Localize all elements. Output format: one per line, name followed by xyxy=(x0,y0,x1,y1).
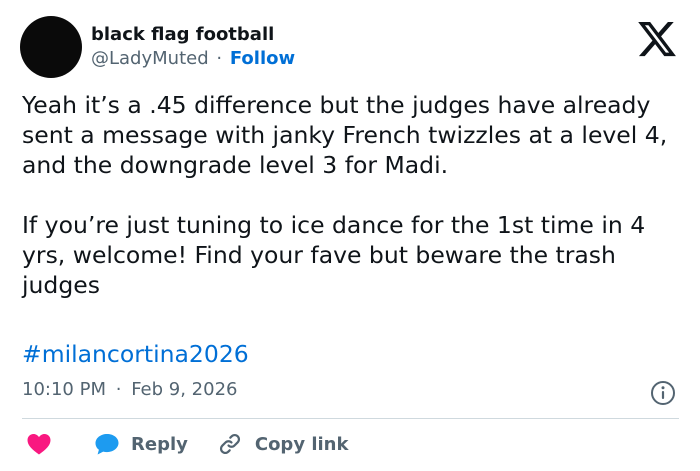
action-bar: Reply Copy link xyxy=(22,428,348,460)
info-icon[interactable] xyxy=(650,380,676,406)
post-date: Feb 9, 2026 xyxy=(131,379,238,400)
author-handle-row: @LadyMuted · Follow xyxy=(91,48,295,69)
follow-link[interactable]: Follow xyxy=(230,48,295,69)
post-timestamp[interactable]: 10:10 PM · Feb 9, 2026 xyxy=(22,379,237,400)
post-time: 10:10 PM xyxy=(22,379,106,400)
divider xyxy=(22,418,679,419)
speech-bubble-icon xyxy=(95,434,119,455)
x-logo-icon[interactable] xyxy=(636,18,678,60)
author-handle[interactable]: @LadyMuted xyxy=(91,48,209,69)
handle-separator: · xyxy=(216,48,223,69)
timestamp-separator: · xyxy=(115,379,122,400)
heart-icon[interactable] xyxy=(26,432,52,456)
copy-link-label: Copy link xyxy=(254,433,349,455)
link-icon xyxy=(219,433,240,455)
post-card: black flag football @LadyMuted · Follow … xyxy=(0,0,700,471)
copy-link-button[interactable]: Copy link xyxy=(218,432,349,456)
reply-label: Reply xyxy=(131,433,188,455)
reply-button[interactable]: Reply xyxy=(94,432,188,456)
author-name[interactable]: black flag football xyxy=(91,24,274,45)
post-text: Yeah it’s a .45 difference but the judge… xyxy=(22,91,668,299)
hashtag-link[interactable]: #milancortina2026 xyxy=(22,339,249,369)
avatar[interactable] xyxy=(20,16,82,78)
